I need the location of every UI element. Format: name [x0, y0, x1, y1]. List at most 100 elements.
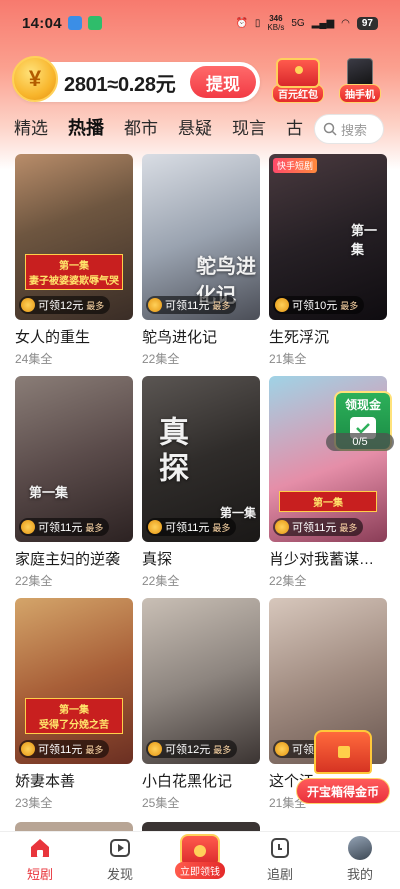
coin-icon	[275, 520, 289, 534]
drama-title: 小白花黑化记	[142, 773, 233, 790]
drama-episodes: 25集全	[142, 796, 180, 810]
reward-badge: 可领11元最多	[146, 518, 237, 536]
drama-card[interactable]: 快手短剧 第一集 可领10元 最多 生死浮沉 21集全	[269, 154, 387, 367]
drama-title: 家庭主妇的逆袭	[15, 551, 121, 568]
drama-episodes: 22集全	[15, 574, 53, 588]
tab-featured[interactable]: 精选	[14, 114, 48, 146]
notification-app-icon	[67, 16, 82, 30]
nav-profile[interactable]: 我的	[320, 832, 400, 889]
platform-tag: 快手短剧	[273, 158, 318, 173]
search-box[interactable]: 搜索	[314, 114, 384, 144]
withdraw-button[interactable]: 提现	[190, 66, 256, 98]
coin-icon	[148, 520, 162, 534]
poster-episode-tag: 第一集 受得了分娩之苦	[25, 698, 123, 734]
coin-icon	[21, 298, 35, 312]
reward-badge: 可领11元最多	[273, 518, 364, 536]
drama-poster[interactable]: 可领12元 最多	[142, 598, 260, 764]
reward-progress: 0/5	[326, 433, 394, 451]
reward-badge: 可领12元 最多	[19, 296, 111, 314]
drama-poster[interactable]: 快手短剧 第一集 可领10元 最多	[269, 154, 387, 320]
wifi-icon: ◠	[341, 17, 350, 29]
status-bar: 14:04 ⏰ ▯ 346 KB/s 5G ▂▄▆ ◠ 97	[0, 0, 400, 46]
poster-episode-label: 第一集	[351, 224, 378, 258]
drama-poster[interactable]: 鸵鸟进化记 可领11元 最多	[142, 154, 260, 320]
nav-label: 我的	[346, 867, 373, 882]
avatar-wrapper	[347, 835, 373, 861]
nav-label: 发现	[106, 867, 133, 882]
red-packet-icon	[276, 58, 320, 88]
drama-card[interactable]: 可领12元 最多 小白花黑化记 25集全	[142, 598, 260, 811]
drama-card[interactable]: 鸵鸟进化记 可领11元 最多 鸵鸟进化记 22集全	[142, 154, 260, 367]
red-packet-promo[interactable]: 百元红包	[268, 58, 328, 104]
category-tabs: 精选 热播 都市 悬疑 现言 古	[14, 114, 314, 146]
drama-card[interactable]: 第一集 受得了分娩之苦 可领11元 最多 娇妻本善 23集全	[15, 598, 133, 811]
treasure-chest-icon	[314, 730, 372, 774]
bottom-nav: 短剧 发现 立即领钱 追剧 我的	[0, 831, 400, 889]
lucky-phone-label: 抽手机	[339, 84, 381, 103]
coin-icon	[21, 520, 35, 534]
drama-poster[interactable]: 真探 第一集 可领11元 最多	[142, 376, 260, 542]
drama-poster[interactable]: 第一集 妻子被婆婆欺辱气哭 可领12元 最多	[15, 154, 133, 320]
lucky-phone-promo[interactable]: 抽手机	[330, 58, 390, 104]
nav-earn-money[interactable]: 立即领钱	[160, 832, 240, 889]
tab-suspense[interactable]: 悬疑	[178, 114, 212, 146]
battery-indicator: 97	[356, 16, 378, 30]
drama-episodes: 21集全	[269, 352, 307, 366]
search-placeholder: 搜索	[341, 122, 368, 138]
reward-badge: 可领11元最多	[19, 740, 110, 758]
coin-icon	[21, 742, 35, 756]
nav-label: 立即领钱	[175, 862, 225, 879]
coin-icon	[148, 298, 162, 312]
nav-discover[interactable]: 发现	[80, 832, 160, 889]
reward-badge: 可领10元 最多	[273, 296, 365, 314]
drama-title: 女人的重生	[15, 329, 91, 346]
home-icon	[27, 835, 53, 861]
drama-title: 真探	[142, 551, 173, 568]
reward-badge: 可领12元 最多	[146, 740, 238, 758]
cash-reward-label: 领现金	[344, 398, 381, 412]
nav-shortdrama[interactable]: 短剧	[0, 832, 80, 889]
drama-title: 鸵鸟进化记	[142, 329, 218, 346]
drama-card[interactable]: 第一集 可领11元 最多 家庭主妇的逆袭 22集全	[15, 376, 133, 589]
vibrate-icon: ▯	[254, 17, 261, 29]
tab-ancient[interactable]: 古	[286, 114, 303, 146]
poster-title-art: 真探	[153, 416, 188, 488]
drama-episodes: 22集全	[142, 574, 180, 588]
tab-urban[interactable]: 都市	[124, 114, 158, 146]
coin-icon	[275, 742, 289, 756]
network-type: 5G	[291, 17, 305, 29]
nav-label: 短剧	[26, 867, 53, 882]
drama-card[interactable]: 第一集 妻子被婆婆欺辱气哭 可领12元 最多 女人的重生 24集全	[15, 154, 133, 367]
coin-balance: 2801≈0.28元	[64, 73, 176, 96]
reward-badge: 可领11元最多	[146, 296, 237, 314]
bookmark-icon	[267, 835, 293, 861]
treasure-chest-button[interactable]: 开宝箱得金币	[296, 778, 390, 804]
tab-romance[interactable]: 现言	[232, 114, 266, 146]
reward-badge: 可领11元最多	[19, 518, 110, 536]
coin-balance-pill[interactable]: ¥ 2801≈0.28元 提现	[12, 56, 260, 102]
drama-episodes: 22集全	[142, 352, 180, 366]
drama-episodes: 24集全	[15, 352, 53, 366]
network-speed: 346 KB/s	[267, 14, 285, 32]
drama-title: 肖少对我蓄谋…	[269, 551, 375, 568]
tab-hot[interactable]: 热播	[68, 114, 104, 146]
poster-episode-tag: 第一集	[279, 491, 377, 512]
drama-card[interactable]: 真探 第一集 可领11元 最多 真探 22集全	[142, 376, 260, 589]
drama-episodes: 22集全	[269, 574, 307, 588]
status-time: 14:04	[22, 14, 62, 32]
poster-episode-tag: 第一集 妻子被婆婆欺辱气哭	[25, 254, 123, 290]
nav-label: 追剧	[266, 867, 293, 882]
search-icon	[323, 122, 337, 136]
nav-following[interactable]: 追剧	[240, 832, 320, 889]
drama-poster[interactable]: 第一集 受得了分娩之苦 可领11元 最多	[15, 598, 133, 764]
signal-icon: ▂▄▆	[311, 17, 335, 29]
avatar	[348, 836, 372, 860]
drama-poster[interactable]: 第一集 可领11元 最多	[15, 376, 133, 542]
coin-icon	[148, 742, 162, 756]
drama-title: 娇妻本善	[15, 773, 76, 790]
coin-icon: ¥	[12, 56, 58, 102]
treasure-chest[interactable]	[308, 730, 378, 780]
poster-episode-label: 第一集	[29, 486, 69, 501]
alarm-icon: ⏰	[235, 17, 248, 29]
coin-icon	[275, 298, 289, 312]
